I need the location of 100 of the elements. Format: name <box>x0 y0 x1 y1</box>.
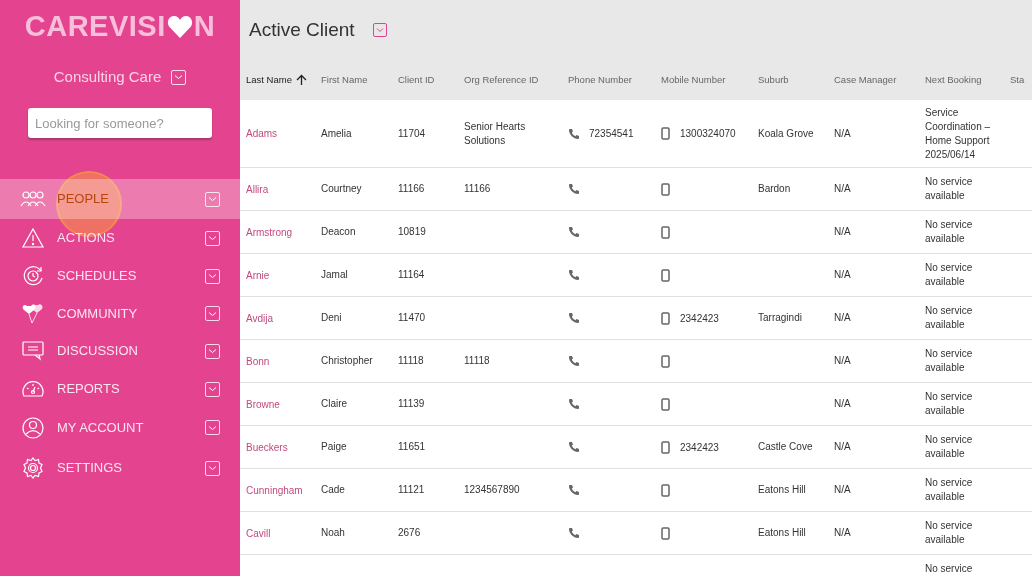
table-cell-text: N/A <box>834 225 852 239</box>
table-cell-text: Koala Grove <box>758 126 815 141</box>
phone-icon <box>568 269 580 281</box>
table-cell-text: Tarragindi <box>758 311 803 325</box>
column-header[interactable]: Mobile Number <box>661 72 726 88</box>
column-header[interactable]: Sta <box>1010 72 1025 88</box>
dropdown-toggle[interactable] <box>205 381 220 397</box>
client-link[interactable]: Cunningham <box>246 482 321 498</box>
dropdown-toggle[interactable] <box>205 460 220 476</box>
mobile-phone-icon <box>661 526 670 540</box>
table-cell-text: 11139 <box>398 397 426 411</box>
phone-icon <box>568 226 580 238</box>
nav-item[interactable]: MY ACCOUNT <box>0 408 240 447</box>
table-cell-text: N/A <box>834 311 852 325</box>
phone-icon <box>568 441 580 453</box>
table-cell-text: Noah <box>321 526 346 540</box>
table-cell-text: N/A <box>834 126 852 141</box>
user-icon <box>21 415 45 440</box>
column-header[interactable]: Next Booking <box>925 72 982 88</box>
table-cell-text: No service available <box>925 175 974 203</box>
table-cell-text: 2342423 <box>680 311 719 326</box>
table-cell-text: 11118 <box>398 354 425 368</box>
client-link[interactable]: Browne <box>246 396 321 412</box>
table-cell-text: 11704 <box>398 126 427 141</box>
table-cell-text: Castle Cove <box>758 440 814 454</box>
phone-icon <box>568 398 580 410</box>
nav-item[interactable]: COMMUNITY <box>0 295 240 332</box>
nav-item[interactable]: ACTIONS <box>0 219 240 257</box>
mobile-phone-icon <box>661 225 670 239</box>
table-cell-text: 11121 <box>398 483 426 497</box>
table-cell-text: 72354541 <box>589 127 634 141</box>
client-link[interactable]: Adams <box>246 126 321 141</box>
nav-item[interactable]: DISCUSSION <box>0 332 240 370</box>
chat-icon <box>21 340 45 362</box>
column-header[interactable]: First Name <box>321 72 368 88</box>
logo-text: CAREVISI <box>24 9 166 45</box>
table-cell-text: 10819 <box>398 225 427 239</box>
client-link[interactable]: Armstrong <box>246 224 321 240</box>
page-title: Active Client <box>249 17 355 42</box>
client-link[interactable]: Avdija <box>246 310 321 326</box>
dropdown-toggle[interactable] <box>205 420 220 435</box>
table-cell-text: Amelia <box>321 126 353 141</box>
mobile-phone-icon <box>661 311 670 325</box>
client-link[interactable]: Cavill <box>246 525 321 541</box>
table-cell-text: No service available <box>925 304 974 332</box>
client-link[interactable]: Allira <box>246 181 321 197</box>
dropdown-toggle[interactable] <box>205 230 220 246</box>
nav-item[interactable]: PEOPLE <box>0 179 240 219</box>
table-cell-text: 11118 <box>464 354 491 368</box>
table-cell-text: Eatons Hill <box>758 483 807 497</box>
dropdown-toggle[interactable] <box>205 191 220 207</box>
table-cell-text: Eatons Hill <box>758 526 807 540</box>
table-cell-text: Cade <box>321 483 346 497</box>
table-cell-text: Deni <box>321 311 343 325</box>
client-link[interactable]: Bonn <box>246 353 321 369</box>
column-header[interactable]: Suburb <box>758 72 789 88</box>
table-cell-text: Deacon <box>321 225 357 239</box>
nav-item[interactable]: SCHEDULES <box>0 257 240 295</box>
settings-icon <box>21 456 45 480</box>
table-cell-text: No service available <box>925 261 974 289</box>
chevron-down-icon[interactable] <box>375 27 384 33</box>
dropdown-toggle[interactable] <box>205 268 220 284</box>
column-header[interactable]: Last Name <box>246 72 292 88</box>
column-header[interactable]: Client ID <box>398 72 435 88</box>
search-field[interactable]: Looking for someone? <box>28 108 212 138</box>
mobile-phone-icon <box>661 127 670 140</box>
nav-item[interactable]: SETTINGS <box>0 447 240 489</box>
dropdown-toggle[interactable] <box>171 69 187 85</box>
nav-item[interactable]: REPORTS <box>0 370 240 408</box>
title-dropdown[interactable] <box>372 23 387 37</box>
mobile-phone-icon <box>661 268 670 282</box>
table-cell-text: 11166 <box>464 182 492 196</box>
table-cell-text: 11470 <box>398 311 427 325</box>
column-header[interactable]: Org Reference ID <box>464 72 539 88</box>
table-cell-text: 11164 <box>398 268 426 282</box>
mobile-phone-icon <box>661 354 670 368</box>
table-cell-text: No service available <box>925 390 974 418</box>
table-cell-text: Christopher <box>321 354 374 368</box>
mobile-phone-icon <box>661 483 670 497</box>
mobile-phone-icon <box>661 397 670 411</box>
table-cell-text: Jamal <box>321 268 349 282</box>
column-header[interactable]: Phone Number <box>568 72 632 88</box>
dropdown-toggle[interactable] <box>205 306 220 321</box>
client-link[interactable]: Arnie <box>246 267 321 283</box>
table-cell-text: 2342423 <box>680 440 719 455</box>
table-cell-text: No service available <box>925 519 974 547</box>
table-cell-text: Courtney <box>321 182 363 196</box>
table-cell-text: N/A <box>834 268 852 282</box>
table-cell-text: Bardon <box>758 182 792 196</box>
column-header[interactable]: Case Manager <box>834 72 897 88</box>
dropdown-toggle[interactable] <box>205 343 220 359</box>
table-cell-text: N/A <box>834 526 852 540</box>
sort-arrow-icon[interactable] <box>295 74 307 86</box>
phone-icon <box>568 312 580 324</box>
table-cell-text: Claire <box>321 397 349 411</box>
table-cell-text: No service available <box>925 347 974 375</box>
table-cell-text: No service available <box>925 476 974 504</box>
client-link[interactable]: Bueckers <box>246 439 321 455</box>
table-cell-text: N/A <box>834 440 852 454</box>
phone-icon <box>568 527 580 539</box>
